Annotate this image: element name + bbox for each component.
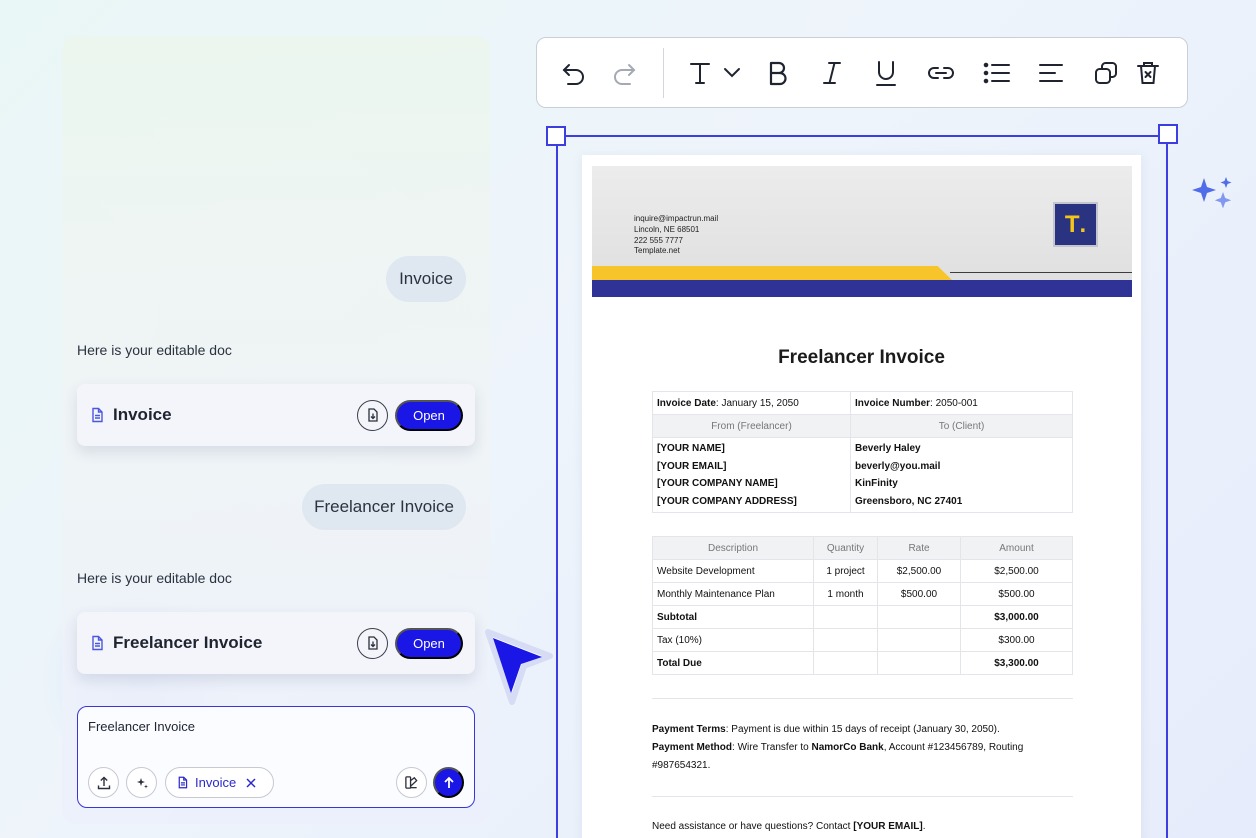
chat-panel: Invoice Here is your editable doc Invoic… — [62, 36, 490, 824]
bot-message: Here is your editable doc — [77, 570, 232, 586]
list-icon[interactable] — [983, 58, 1011, 88]
doc-card-title: Freelancer Invoice — [113, 633, 263, 652]
upload-button[interactable] — [88, 767, 119, 798]
ai-magic-button[interactable] — [126, 767, 157, 798]
undo-icon[interactable] — [559, 58, 589, 88]
user-message-invoice: Invoice — [386, 256, 466, 302]
download-file-icon — [366, 636, 380, 650]
open-button[interactable]: Open — [395, 399, 463, 431]
bot-message: Here is your editable doc — [77, 342, 232, 358]
sparkle-icon — [1190, 176, 1238, 219]
palette-icon — [404, 775, 419, 790]
attached-doc-chip[interactable]: Invoice — [165, 767, 274, 798]
arrow-up-icon — [442, 776, 456, 790]
link-icon[interactable] — [927, 58, 955, 88]
text-style-icon[interactable] — [689, 58, 745, 88]
redo-icon[interactable] — [609, 58, 639, 88]
cursor-pointer-icon — [480, 626, 560, 717]
underline-icon[interactable] — [873, 58, 899, 88]
resize-handle-top-left[interactable] — [546, 126, 566, 146]
download-button[interactable] — [357, 399, 388, 431]
doc-card-invoice[interactable]: Invoice Open — [77, 384, 475, 446]
duplicate-icon[interactable] — [1093, 58, 1119, 88]
download-file-icon — [366, 408, 380, 422]
document-icon — [89, 635, 105, 651]
document-icon — [89, 407, 105, 423]
message-composer: Invoice — [77, 706, 475, 808]
user-message-freelancer-invoice: Freelancer Invoice — [302, 484, 466, 530]
selection-frame — [556, 135, 1168, 838]
delete-icon[interactable] — [1135, 58, 1161, 88]
doc-card-freelancer-invoice[interactable]: Freelancer Invoice Open — [77, 612, 475, 674]
upload-icon — [96, 775, 112, 791]
template-button[interactable] — [396, 767, 427, 798]
sparkle-icon — [135, 776, 149, 790]
chip-label: Invoice — [195, 775, 237, 790]
formatting-toolbar — [536, 37, 1188, 108]
align-icon[interactable] — [1037, 58, 1065, 88]
doc-card-title: Invoice — [113, 405, 172, 424]
toolbar-divider — [663, 48, 664, 98]
italic-icon[interactable] — [819, 58, 845, 88]
download-button[interactable] — [357, 627, 388, 659]
bold-icon[interactable] — [765, 58, 791, 88]
send-button[interactable] — [433, 767, 464, 798]
open-button[interactable]: Open — [395, 627, 463, 659]
resize-handle-top-right[interactable] — [1158, 124, 1178, 144]
message-input[interactable] — [88, 719, 458, 734]
close-icon[interactable] — [246, 777, 256, 788]
document-icon — [176, 776, 189, 789]
